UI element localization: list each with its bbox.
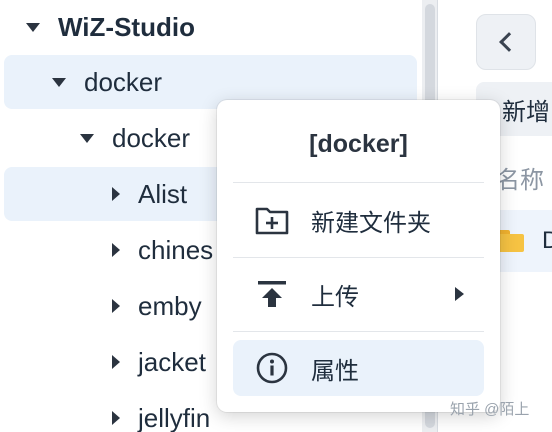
- caret-right-icon[interactable]: [112, 299, 120, 313]
- submenu-arrow-icon: [455, 287, 464, 301]
- menu-item-label: 属性: [311, 357, 359, 385]
- tree-item-wiz-studio[interactable]: WiZ-Studio: [4, 0, 417, 54]
- tree-item-label: WiZ-Studio: [58, 11, 195, 42]
- context-menu-title: [docker]: [309, 130, 408, 158]
- watermark: 知乎 @陌上: [450, 401, 530, 418]
- folder-icon: [498, 230, 524, 252]
- info-icon: [256, 352, 288, 384]
- menu-item-upload[interactable]: 上传: [233, 266, 484, 322]
- upload-icon: [258, 281, 286, 307]
- caret-right-icon[interactable]: [112, 411, 120, 425]
- tree-item-label: docker: [112, 122, 191, 153]
- menu-divider: [233, 331, 484, 332]
- new-folder-icon: [255, 207, 289, 235]
- menu-divider: [233, 182, 484, 183]
- tree-item-label: jellyfin: [138, 402, 211, 432]
- caret-down-icon[interactable]: [52, 77, 66, 87]
- menu-item-label: 上传: [311, 283, 359, 311]
- tree-item-label: docker: [84, 66, 163, 97]
- menu-item-new-folder[interactable]: 新建文件夹: [233, 192, 484, 248]
- caret-down-icon[interactable]: [80, 133, 94, 143]
- menu-item-properties[interactable]: 属性: [233, 340, 484, 396]
- caret-down-icon[interactable]: [26, 22, 40, 32]
- context-menu: [docker] 新建文件夹 上传 属性: [217, 100, 500, 412]
- caret-right-icon[interactable]: [112, 243, 120, 257]
- file-name: D: [542, 227, 552, 254]
- caret-right-icon[interactable]: [112, 355, 120, 369]
- menu-divider: [233, 257, 484, 258]
- caret-right-icon[interactable]: [112, 187, 120, 201]
- back-button[interactable]: [476, 14, 536, 70]
- tree-item-label: emby: [138, 290, 202, 321]
- tree-item-label: chines: [138, 234, 214, 265]
- chevron-left-icon: [499, 32, 519, 52]
- tree-item-label: Alist: [138, 178, 188, 209]
- tree-item-label: jacket: [138, 346, 206, 377]
- menu-item-label: 新建文件夹: [311, 209, 431, 237]
